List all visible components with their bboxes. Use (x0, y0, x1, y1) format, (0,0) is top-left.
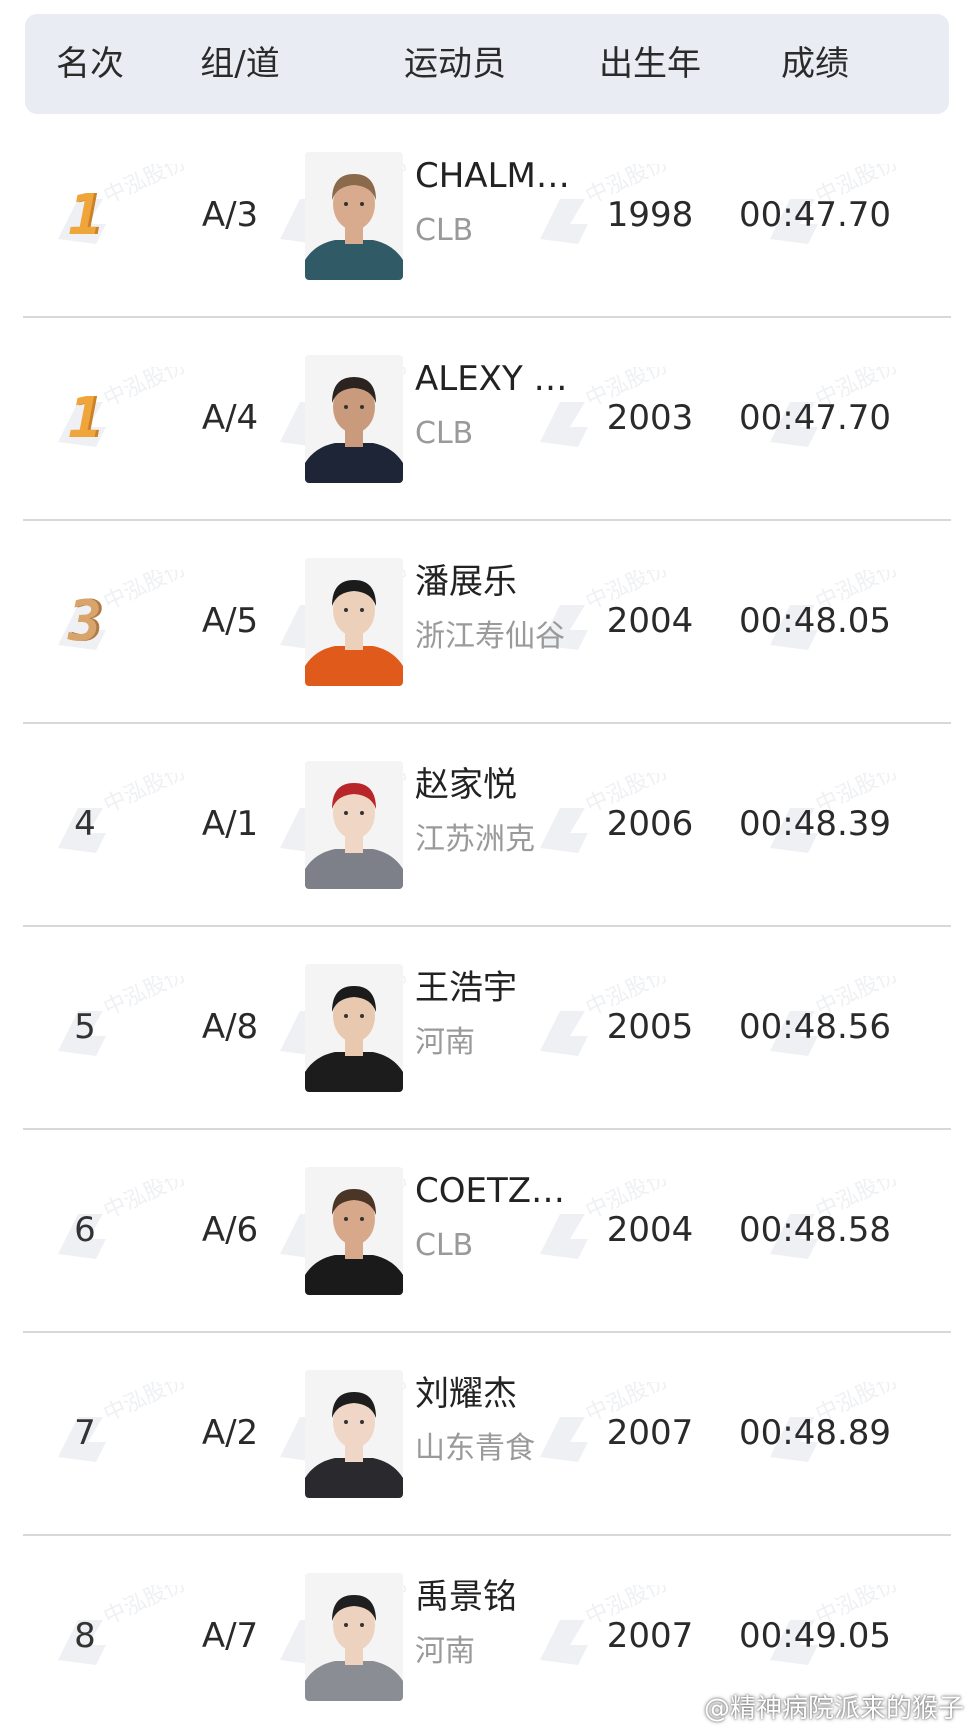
header-birth-year: 出生年 (599, 44, 701, 84)
athlete-avatar[interactable] (305, 761, 403, 889)
athlete-team: CLB (415, 1228, 474, 1263)
result-cell: 00:47.70 (738, 398, 892, 438)
athlete-avatar[interactable] (305, 964, 403, 1092)
athlete-avatar[interactable] (305, 1370, 403, 1498)
athlete-avatar[interactable] (305, 1167, 403, 1295)
athlete-info[interactable]: 禹景铭 河南 (415, 1573, 585, 1675)
lane-cell: A/4 (201, 398, 259, 438)
table-row[interactable]: 中泓股份中泓股份中泓股份中泓股份3A/5潘展乐浙江寿仙谷200400:48.05 (0, 520, 974, 723)
avatar-portrait-icon (305, 1167, 403, 1295)
avatar-portrait-icon (305, 964, 403, 1092)
lane-cell: A/8 (201, 1007, 259, 1047)
lane-cell: A/2 (201, 1413, 259, 1453)
rank-cell: 1 (40, 114, 130, 317)
athlete-team: 浙江寿仙谷 (415, 619, 565, 654)
result-cell: 00:48.58 (738, 1210, 892, 1250)
athlete-info[interactable]: 王浩宇 河南 (415, 964, 585, 1066)
athlete-name: 潘展乐 (415, 562, 517, 602)
rank-cell: 4 (40, 723, 130, 926)
birth-year-cell: 2005 (606, 1007, 694, 1047)
athlete-info[interactable]: ALEXY … CLB (415, 355, 585, 457)
athlete-info[interactable]: 赵家悦 江苏洲克 (415, 761, 585, 863)
rank-cell: 5 (40, 926, 130, 1129)
lane-cell: A/7 (201, 1616, 259, 1656)
athlete-name: COETZ… (415, 1171, 566, 1211)
athlete-name: 赵家悦 (415, 765, 517, 805)
rank-cell: 8 (40, 1535, 130, 1731)
athlete-avatar[interactable] (305, 1573, 403, 1701)
rank-medal-badge: 1 (68, 386, 102, 451)
athlete-team: CLB (415, 416, 474, 451)
table-header: 名次 组/道 运动员 出生年 成绩 (25, 14, 949, 114)
result-cell: 00:48.56 (738, 1007, 892, 1047)
header-lane: 组/道 (200, 44, 280, 84)
lane-cell: A/3 (201, 195, 259, 235)
birth-year-cell: 2004 (606, 601, 694, 641)
athlete-name: 王浩宇 (415, 968, 517, 1008)
athlete-team: 山东青食 (415, 1431, 535, 1466)
athlete-avatar[interactable] (305, 558, 403, 686)
result-cell: 00:48.05 (738, 601, 892, 641)
table-row[interactable]: 中泓股份中泓股份中泓股份中泓股份5A/8王浩宇河南200500:48.56 (0, 926, 974, 1129)
rank-number: 4 (74, 804, 96, 844)
header-result: 成绩 (781, 44, 849, 84)
credit-watermark: @精神病院派来的猴子 (703, 1694, 964, 1724)
header-rank: 名次 (56, 44, 124, 84)
rank-cell: 1 (40, 317, 130, 520)
avatar-portrait-icon (305, 558, 403, 686)
athlete-team: CLB (415, 213, 474, 248)
athlete-team: 河南 (415, 1634, 475, 1669)
result-cell: 00:48.89 (738, 1413, 892, 1453)
rank-number: 5 (74, 1007, 96, 1047)
rank-cell: 3 (40, 520, 130, 723)
birth-year-cell: 2007 (606, 1413, 694, 1453)
athlete-name: CHALM… (415, 156, 570, 196)
avatar-portrait-icon (305, 355, 403, 483)
birth-year-cell: 2004 (606, 1210, 694, 1250)
table-row[interactable]: 中泓股份中泓股份中泓股份中泓股份7A/2刘耀杰山东青食200700:48.89 (0, 1332, 974, 1535)
result-cell: 00:48.39 (738, 804, 892, 844)
avatar-portrait-icon (305, 152, 403, 280)
athlete-avatar[interactable] (305, 152, 403, 280)
athlete-name: 刘耀杰 (415, 1374, 517, 1414)
rank-cell: 6 (40, 1129, 130, 1332)
athlete-info[interactable]: 刘耀杰 山东青食 (415, 1370, 585, 1472)
table-row[interactable]: 中泓股份中泓股份中泓股份中泓股份4A/1赵家悦江苏洲克200600:48.39 (0, 723, 974, 926)
rank-number: 8 (74, 1616, 96, 1656)
birth-year-cell: 2003 (606, 398, 694, 438)
rank-medal-badge: 3 (68, 589, 102, 654)
lane-cell: A/1 (201, 804, 259, 844)
lane-cell: A/6 (201, 1210, 259, 1250)
athlete-name: ALEXY … (415, 359, 568, 399)
table-row[interactable]: 中泓股份中泓股份中泓股份中泓股份6A/6COETZ…CLB200400:48.5… (0, 1129, 974, 1332)
avatar-portrait-icon (305, 1573, 403, 1701)
header-athlete: 运动员 (404, 44, 506, 84)
birth-year-cell: 2007 (606, 1616, 694, 1656)
athlete-team: 江苏洲克 (415, 822, 535, 857)
result-cell: 00:47.70 (738, 195, 892, 235)
birth-year-cell: 2006 (606, 804, 694, 844)
rank-cell: 7 (40, 1332, 130, 1535)
rank-number: 7 (74, 1413, 96, 1453)
rank-number: 6 (74, 1210, 96, 1250)
rank-medal-badge: 1 (68, 183, 102, 248)
table-row[interactable]: 中泓股份中泓股份中泓股份中泓股份1A/3CHALM…CLB199800:47.7… (0, 114, 974, 317)
athlete-info[interactable]: 潘展乐 浙江寿仙谷 (415, 558, 585, 660)
avatar-portrait-icon (305, 1370, 403, 1498)
athlete-avatar[interactable] (305, 355, 403, 483)
athlete-info[interactable]: COETZ… CLB (415, 1167, 585, 1269)
athlete-team: 河南 (415, 1025, 475, 1060)
athlete-info[interactable]: CHALM… CLB (415, 152, 585, 254)
lane-cell: A/5 (201, 601, 259, 641)
avatar-portrait-icon (305, 761, 403, 889)
birth-year-cell: 1998 (606, 195, 694, 235)
table-row[interactable]: 中泓股份中泓股份中泓股份中泓股份1A/4ALEXY …CLB200300:47.… (0, 317, 974, 520)
athlete-name: 禹景铭 (415, 1577, 517, 1617)
